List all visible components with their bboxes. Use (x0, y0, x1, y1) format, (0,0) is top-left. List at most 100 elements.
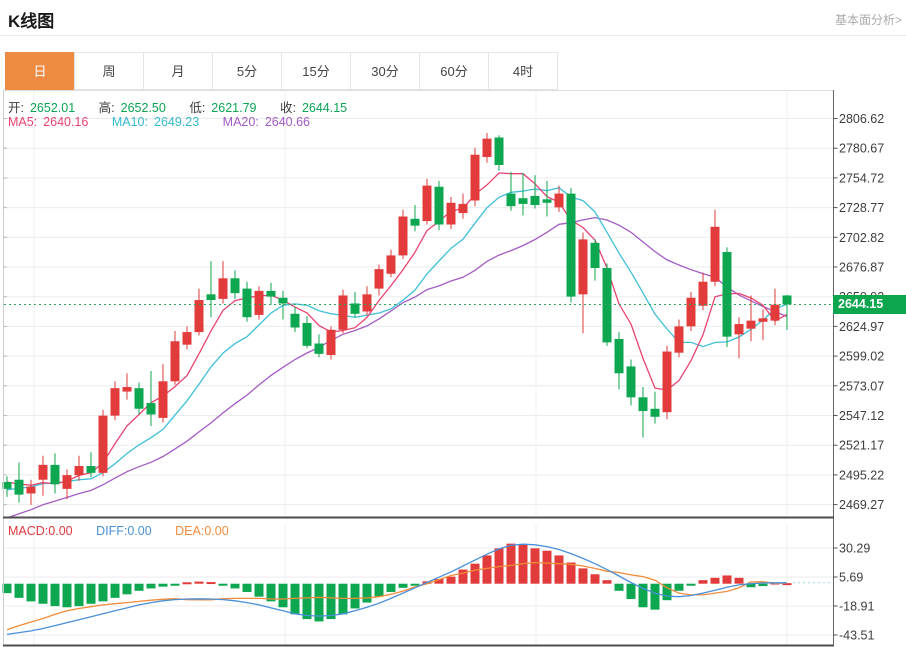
candle-body (530, 195, 540, 206)
macd-hist-bar (134, 583, 144, 591)
candle-body (554, 193, 564, 208)
macd-hist-bar (386, 583, 396, 592)
dea-value: DEA:0.00 (175, 524, 229, 538)
macd-hist-bar (566, 562, 576, 584)
macd-hist-bar (758, 583, 768, 587)
candle-body (230, 278, 240, 294)
macd-hist-bar (278, 583, 288, 608)
high-value: 2652.50 (120, 101, 166, 115)
macd-hist-bar (482, 555, 492, 584)
candle-body (482, 138, 492, 157)
candle-body (410, 218, 420, 226)
macd-hist-bar (734, 577, 744, 584)
candle-body (782, 295, 792, 305)
candle-body (26, 486, 36, 494)
candle-body (122, 387, 132, 392)
macd-hist-bar (254, 583, 264, 597)
macd-hist-bar (98, 583, 108, 602)
candle-body (518, 198, 528, 204)
macd-hist-bar (602, 580, 612, 584)
low-value: 2621.79 (211, 101, 257, 115)
macd-hist-bar (302, 583, 312, 620)
macd-hist-bar (698, 580, 708, 584)
macd-hist-bar (470, 563, 480, 584)
candle-body (470, 154, 480, 201)
macd-hist-bar (158, 583, 168, 587)
candle-body (722, 251, 732, 337)
axis-label: 2676.87 (839, 261, 884, 275)
macd-hist-bar (446, 576, 456, 584)
axis-label: 2780.67 (839, 142, 884, 156)
axis-label: 2547.12 (839, 409, 884, 423)
candle-body (182, 332, 192, 345)
candle-body (146, 403, 156, 415)
close-label: 收: (279, 101, 296, 115)
macd-hist-bar (590, 574, 600, 584)
macd-hist-bar (506, 543, 516, 584)
candle-body (242, 288, 252, 318)
candle-body (434, 186, 444, 225)
axis-label: 2728.77 (839, 201, 884, 215)
high-label: 高: (98, 101, 115, 115)
macd-hist-bar (74, 583, 84, 607)
candle-body (422, 185, 432, 222)
candle-body (62, 475, 72, 489)
axis-label: 2702.82 (839, 231, 884, 245)
candle-body (86, 465, 96, 473)
macd-hist-bar (86, 583, 96, 604)
macd-hist-bar (710, 577, 720, 584)
axis-label: 2495.22 (839, 468, 884, 482)
macd-hist-bar (326, 583, 336, 620)
candle-body (338, 295, 348, 330)
diff-value: DIFF:0.00 (96, 524, 152, 538)
candle-body (110, 388, 120, 416)
open-value: 2652.01 (29, 101, 76, 115)
candle-body (254, 290, 264, 315)
macd-hist-bar (206, 582, 216, 585)
close-value: 2644.15 (301, 101, 348, 115)
macd-hist-bar (242, 583, 252, 592)
macd-hist-bar (674, 583, 684, 591)
candle-body (602, 267, 612, 343)
macd-hist-bar (578, 568, 588, 584)
candle-body (350, 303, 360, 314)
ma10-label: MA10: (111, 115, 148, 129)
macd-hist-bar (38, 583, 48, 604)
candle-body (578, 239, 588, 295)
ma20-value: 2640.66 (264, 115, 310, 129)
macd-hist-bar (110, 583, 120, 598)
macd-hist-bar (374, 583, 384, 597)
candle-body (566, 193, 576, 297)
macd-hist-bar (230, 583, 240, 589)
last-price-tag: 2644.15 (833, 294, 906, 314)
ma5-value: 2640.16 (43, 115, 89, 129)
candle-body (590, 242, 600, 268)
axis-label: 2469.27 (839, 498, 884, 512)
candle-body (278, 297, 288, 304)
candle-body (734, 324, 744, 335)
candle-body (218, 278, 228, 299)
candle-body (662, 351, 672, 413)
candle-body (302, 322, 312, 346)
macd-hist-bar (530, 548, 540, 584)
candle-body (746, 320, 756, 329)
candle-body (638, 397, 648, 412)
candle-body (326, 329, 336, 355)
macd-hist-bar (626, 583, 636, 600)
macd-hist-bar (650, 583, 660, 610)
macd-hist-bar (170, 583, 180, 586)
low-label: 低: (189, 101, 206, 115)
ma5-line (6, 172, 788, 486)
candle-body (14, 479, 24, 495)
candle-body (38, 464, 48, 480)
axis-label: 2599.02 (839, 350, 884, 364)
macd-hist-bar (722, 575, 732, 584)
candle-body (626, 366, 636, 398)
ma-legend: MA5: 2640.16 MA10: 2649.23 MA20: 2640.66 (8, 115, 316, 129)
macd-hist-bar (218, 583, 228, 586)
macd-hist-bar (194, 581, 204, 584)
candle-body (494, 137, 504, 165)
candle-body (98, 415, 108, 473)
candle-body (134, 388, 144, 409)
macd-hist-bar (398, 583, 408, 588)
